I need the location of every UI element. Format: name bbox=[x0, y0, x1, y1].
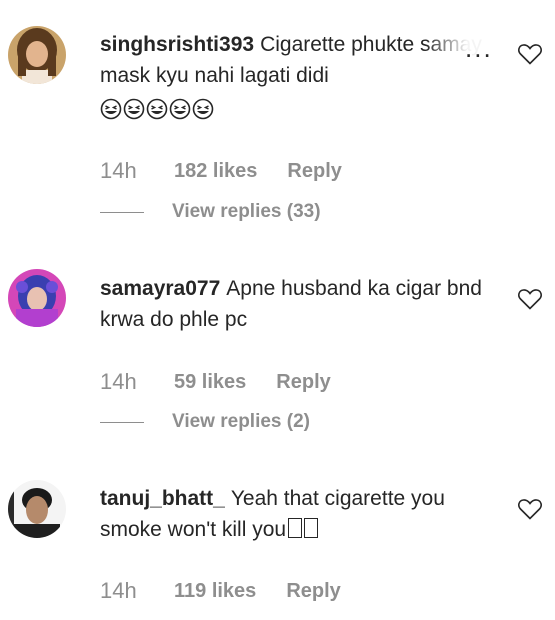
comment-meta: 14h 119 likes Reply bbox=[100, 576, 341, 606]
unsupported-glyph bbox=[304, 518, 319, 538]
heart-outline-icon[interactable] bbox=[517, 42, 543, 66]
grinning-squinting-face-emoji bbox=[169, 99, 191, 120]
view-replies-label: View replies (2) bbox=[172, 411, 310, 432]
emoji-row bbox=[100, 93, 214, 124]
view-replies-label: View replies (33) bbox=[172, 201, 321, 222]
comment-text: singhsrishti393 Cigarette phukte samay ma… bbox=[100, 29, 485, 124]
comment-username[interactable]: tanuj_bhatt_ bbox=[100, 487, 225, 510]
grinning-squinting-face-emoji bbox=[123, 99, 145, 120]
comment-text: tanuj_bhatt_ Yeah that cigarette you smok… bbox=[100, 483, 485, 545]
comment-text: samayra077 Apne husband ka cigar bnd krwa… bbox=[100, 273, 485, 335]
view-replies-button[interactable]: View replies (2) bbox=[100, 409, 310, 435]
avatar[interactable] bbox=[8, 26, 66, 84]
view-replies-button[interactable]: View replies (33) bbox=[100, 199, 321, 225]
reply-button[interactable]: Reply bbox=[287, 160, 341, 183]
heart-outline-icon[interactable] bbox=[517, 497, 543, 521]
unsupported-glyph bbox=[288, 518, 303, 538]
likes-count-link[interactable]: 119 likes bbox=[174, 580, 256, 603]
comment-meta: 14h 182 likes Reply bbox=[100, 156, 342, 186]
comment-meta: 14h 59 likes Reply bbox=[100, 367, 331, 397]
divider bbox=[100, 421, 144, 423]
reply-button[interactable]: Reply bbox=[276, 371, 330, 394]
comment-time: 14h bbox=[100, 578, 137, 603]
avatar[interactable] bbox=[8, 269, 66, 327]
more-options-icon[interactable]: ... bbox=[465, 35, 493, 61]
comment-username[interactable]: singhsrishti393 bbox=[100, 33, 254, 56]
avatar[interactable] bbox=[8, 480, 66, 538]
grinning-squinting-face-emoji bbox=[146, 99, 168, 120]
grinning-squinting-face-emoji bbox=[192, 99, 214, 120]
comment-time: 14h bbox=[100, 158, 137, 183]
comment-username[interactable]: samayra077 bbox=[100, 277, 220, 300]
likes-count-link[interactable]: 59 likes bbox=[174, 371, 246, 394]
heart-outline-icon[interactable] bbox=[517, 287, 543, 311]
grinning-squinting-face-emoji bbox=[100, 99, 122, 120]
comment-time: 14h bbox=[100, 369, 137, 394]
likes-count-link[interactable]: 182 likes bbox=[174, 160, 257, 183]
divider bbox=[100, 211, 144, 213]
reply-button[interactable]: Reply bbox=[286, 580, 340, 603]
